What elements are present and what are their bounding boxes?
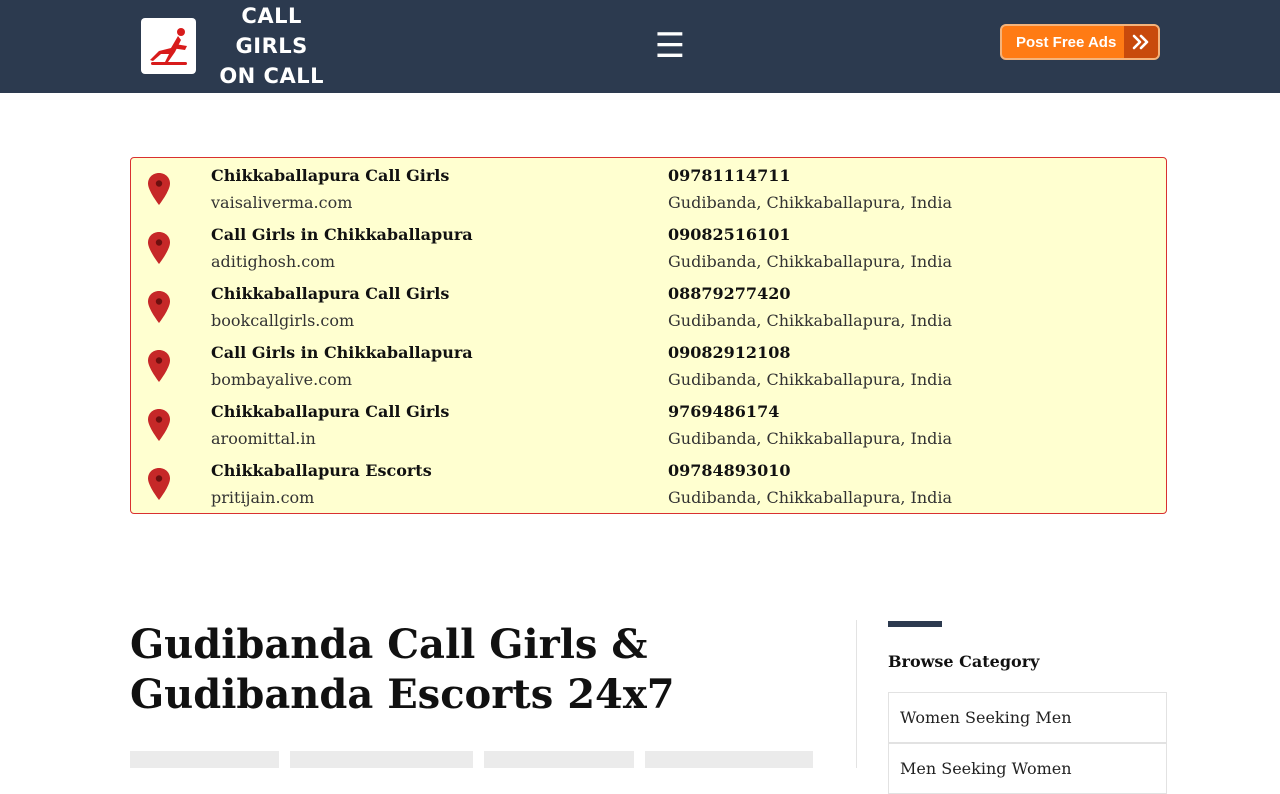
listing-site: bombayalive.com — [211, 370, 352, 389]
listing-item[interactable]: Chikkaballapura Call Girls bookcallgirls… — [131, 282, 1166, 341]
map-pin-icon — [148, 291, 170, 323]
reclining-figure-icon — [149, 28, 187, 65]
listing-location: Gudibanda, Chikkaballapura, India — [668, 311, 953, 330]
listing-title[interactable]: Chikkaballapura Call Girls — [211, 165, 449, 187]
listing-title[interactable]: Chikkaballapura Call Girls — [211, 283, 449, 305]
listing-phone[interactable]: 09082912108 — [668, 342, 790, 364]
listing-phone[interactable]: 09082516101 — [668, 224, 790, 246]
map-pin-icon — [148, 468, 170, 500]
listing-site: vaisaliverma.com — [211, 193, 353, 212]
column-divider — [856, 620, 857, 768]
listings-box: Chikkaballapura Call Girls vaisaliverma.… — [130, 157, 1167, 514]
listing-location: Gudibanda, Chikkaballapura, India — [668, 370, 953, 389]
listing-item[interactable]: Chikkaballapura Call Girls vaisaliverma.… — [131, 164, 1166, 223]
listing-phone[interactable]: 08879277420 — [668, 283, 790, 305]
thumbnail-placeholder[interactable] — [484, 751, 634, 768]
listing-title[interactable]: Chikkaballapura Escorts — [211, 460, 432, 482]
listing-item[interactable]: Call Girls in Chikkaballapura aditighosh… — [131, 223, 1166, 282]
map-pin-icon — [148, 232, 170, 264]
logo-line-1: CALL GIRLS — [235, 4, 308, 58]
page-title: Gudibanda Call Girls & Gudibanda Escorts… — [130, 621, 675, 718]
listing-site: aditighosh.com — [211, 252, 335, 271]
category-item[interactable]: Men Seeking Women — [888, 743, 1167, 794]
listing-phone[interactable]: 09781114711 — [668, 165, 790, 187]
map-pin-icon — [148, 350, 170, 382]
post-free-ads-label: Post Free Ads — [1016, 33, 1117, 51]
thumbnail-placeholder[interactable] — [645, 751, 813, 768]
logo-badge — [141, 18, 197, 74]
sidebar-heading: Browse Category — [888, 652, 1040, 671]
listing-title[interactable]: Call Girls in Chikkaballapura — [211, 342, 473, 364]
listing-location: Gudibanda, Chikkaballapura, India — [668, 193, 953, 212]
thumbnail-placeholder[interactable] — [130, 751, 279, 768]
thumbnail-placeholder[interactable] — [290, 751, 473, 768]
listing-phone[interactable]: 9769486174 — [668, 401, 779, 423]
listing-location: Gudibanda, Chikkaballapura, India — [668, 252, 953, 271]
sidebar-accent-bar — [888, 621, 942, 627]
listing-title[interactable]: Chikkaballapura Call Girls — [211, 401, 449, 423]
listing-site: bookcallgirls.com — [211, 311, 355, 330]
listing-location: Gudibanda, Chikkaballapura, India — [668, 488, 953, 507]
site-header: CALL GIRLS ON CALL ☰ Post Free Ads — [0, 0, 1280, 93]
logo-line-2: ON CALL — [219, 64, 324, 88]
double-chevron-right-icon — [1124, 26, 1158, 58]
hamburger-menu-icon[interactable]: ☰ — [650, 26, 690, 66]
map-pin-icon — [148, 173, 170, 205]
listing-item[interactable]: Call Girls in Chikkaballapura bombayaliv… — [131, 341, 1166, 400]
logo-text: CALL GIRLS ON CALL — [202, 1, 341, 91]
listing-site: pritijain.com — [211, 488, 315, 507]
post-free-ads-button[interactable]: Post Free Ads — [1000, 24, 1160, 60]
listing-item[interactable]: Chikkaballapura Escorts pritijain.com 09… — [131, 459, 1166, 518]
listing-site: aroomittal.in — [211, 429, 316, 448]
map-pin-icon — [148, 409, 170, 441]
listing-title[interactable]: Call Girls in Chikkaballapura — [211, 224, 473, 246]
listing-phone[interactable]: 09784893010 — [668, 460, 790, 482]
site-logo[interactable]: CALL GIRLS ON CALL — [141, 4, 341, 88]
category-item[interactable]: Women Seeking Men — [888, 692, 1167, 743]
listing-item[interactable]: Chikkaballapura Call Girls aroomittal.in… — [131, 400, 1166, 459]
listing-location: Gudibanda, Chikkaballapura, India — [668, 429, 953, 448]
